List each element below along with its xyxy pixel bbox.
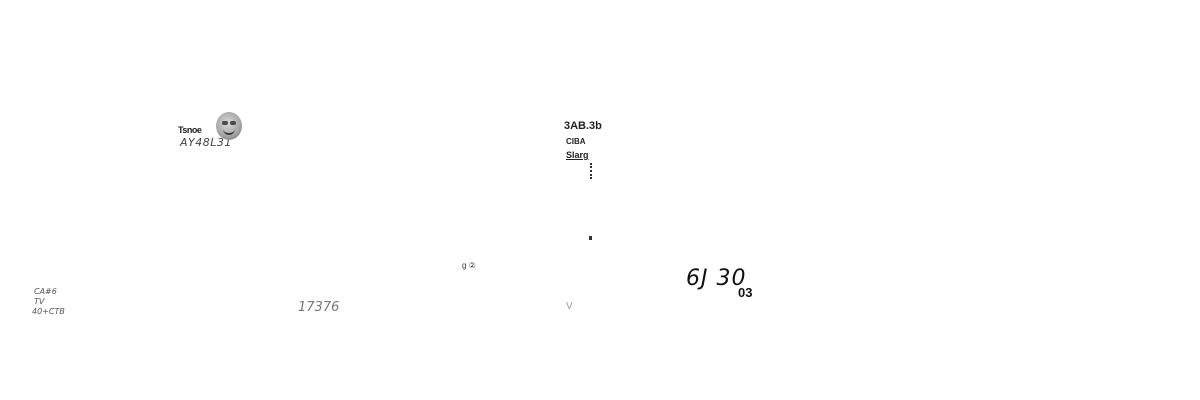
scribble-text-bottom-left-3: 40+CTB [32, 307, 65, 316]
scribble-text-top-center-2: CIBA [566, 137, 586, 146]
face-icon [216, 112, 242, 140]
scribble-number: 17376 [298, 300, 340, 315]
face-mouth [223, 129, 235, 135]
ink-dot [589, 236, 592, 240]
scribble-text-top-center-3: Slarg [566, 150, 589, 160]
scribble-text-top-left-1: Tsnoe [178, 125, 202, 135]
canvas: Tsnoe AY48L31 3AB.3b CIBA Slarg g ② 6J 3… [0, 0, 1200, 400]
face-eye [230, 121, 236, 125]
faint-mark: V [566, 301, 573, 312]
scribble-text-large-sub: 03 [738, 285, 753, 300]
scribble-text-top-center-1: 3AB.3b [564, 120, 602, 132]
dotted-line [590, 163, 592, 179]
scribble-text-bottom-left-1: CA#6 [34, 287, 57, 296]
scribble-mark-center: g ② [462, 261, 476, 270]
scribble-text-bottom-left-2: TV [34, 297, 45, 306]
face-eye [222, 121, 228, 125]
